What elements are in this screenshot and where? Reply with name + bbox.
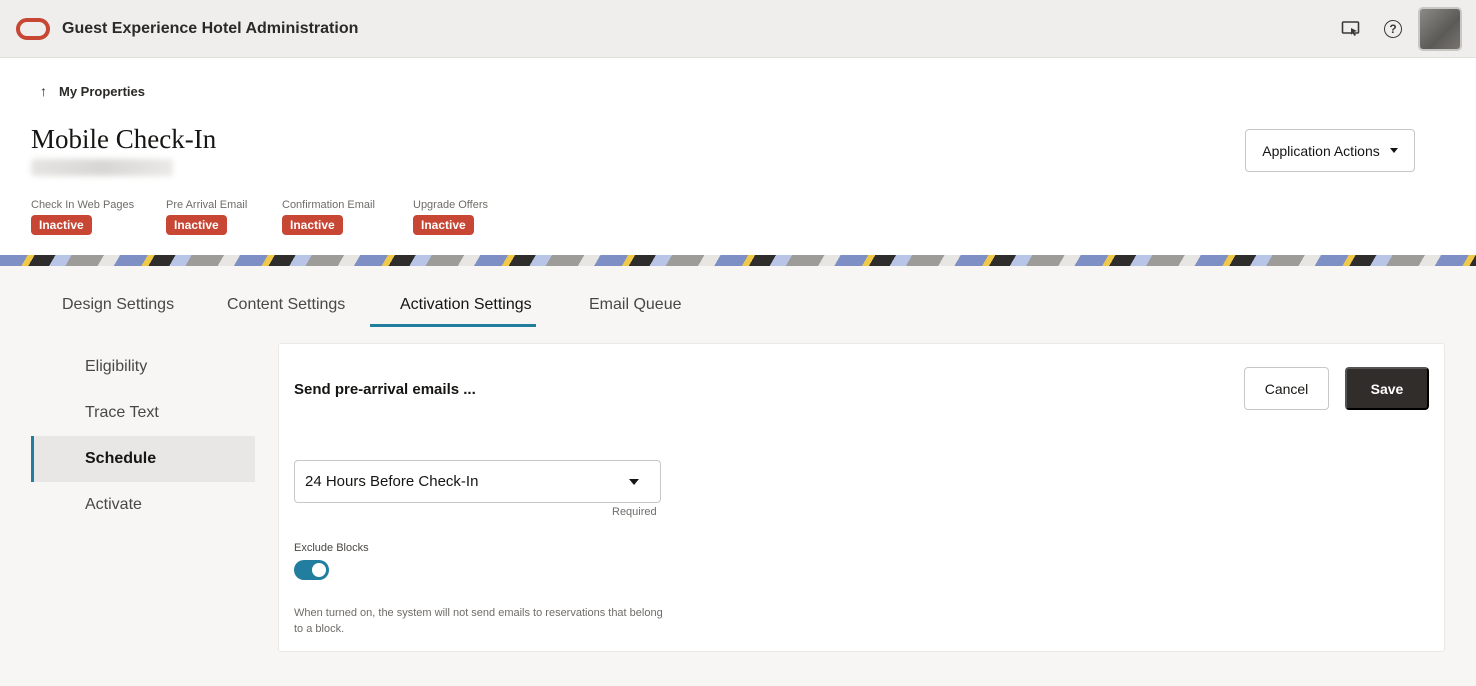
chevron-down-icon <box>1389 148 1398 153</box>
required-hint: Required <box>612 506 657 518</box>
screen-share-icon[interactable] <box>1340 18 1362 40</box>
status-label: Pre Arrival Email <box>166 199 248 211</box>
active-tab-indicator <box>370 324 536 327</box>
status-pre-arrival-email: Pre Arrival Email Inactive <box>166 199 247 235</box>
sidebar-item-eligibility[interactable]: Eligibility <box>31 344 255 390</box>
status-label: Confirmation Email <box>282 199 375 211</box>
sidebar-item-trace-text[interactable]: Trace Text <box>31 390 255 436</box>
page-title: Mobile Check-In <box>31 124 217 154</box>
status-label: Upgrade Offers <box>413 199 489 211</box>
schedule-select[interactable]: 24 Hours Before Check-In <box>294 460 661 503</box>
sidebar-item-activate[interactable]: Activate <box>31 482 255 528</box>
panel-heading: Send pre-arrival emails ... <box>294 381 476 398</box>
oracle-logo-icon[interactable] <box>16 18 50 40</box>
arrow-up-icon: ↑ <box>40 83 47 99</box>
chevron-down-icon <box>629 479 639 485</box>
exclude-blocks-toggle[interactable] <box>294 560 329 580</box>
schedule-select-value: 24 Hours Before Check-In <box>305 473 479 490</box>
application-actions-label: Application Actions <box>1262 142 1380 159</box>
exclude-blocks-label: Exclude Blocks <box>294 542 369 554</box>
status-badge: Inactive <box>31 215 92 235</box>
tab-email-queue[interactable]: Email Queue <box>589 296 682 314</box>
status-badge: Inactive <box>282 215 343 235</box>
exclude-blocks-help: When turned on, the system will not send… <box>294 607 663 635</box>
back-to-properties-link[interactable]: ↑ My Properties <box>40 83 145 99</box>
user-avatar[interactable] <box>1418 7 1462 51</box>
back-link-label: My Properties <box>59 83 145 99</box>
application-actions-button[interactable]: Application Actions <box>1245 129 1415 172</box>
sidebar-item-schedule[interactable]: Schedule <box>31 436 255 482</box>
help-icon[interactable]: ? <box>1382 18 1404 40</box>
top-bar: Guest Experience Hotel Administration ? <box>0 0 1476 58</box>
status-confirmation-email: Confirmation Email Inactive <box>282 199 375 235</box>
status-check-in-web-pages: Check In Web Pages Inactive <box>31 199 134 235</box>
tab-content-settings[interactable]: Content Settings <box>227 296 345 314</box>
redacted-property-name <box>31 159 173 176</box>
tab-design-settings[interactable]: Design Settings <box>62 296 174 314</box>
app-title: Guest Experience Hotel Administration <box>62 20 359 37</box>
decorative-banner <box>0 255 1476 266</box>
tab-activation-settings[interactable]: Activation Settings <box>400 296 532 314</box>
cancel-button[interactable]: Cancel <box>1244 367 1329 410</box>
status-badge: Inactive <box>413 215 474 235</box>
status-upgrade-offers: Upgrade Offers Inactive <box>413 199 488 235</box>
status-badge: Inactive <box>166 215 227 235</box>
screen-share-icon-glyph <box>1341 21 1360 36</box>
toggle-knob <box>312 563 326 577</box>
status-label: Check In Web Pages <box>31 199 135 211</box>
save-button[interactable]: Save <box>1345 367 1429 410</box>
